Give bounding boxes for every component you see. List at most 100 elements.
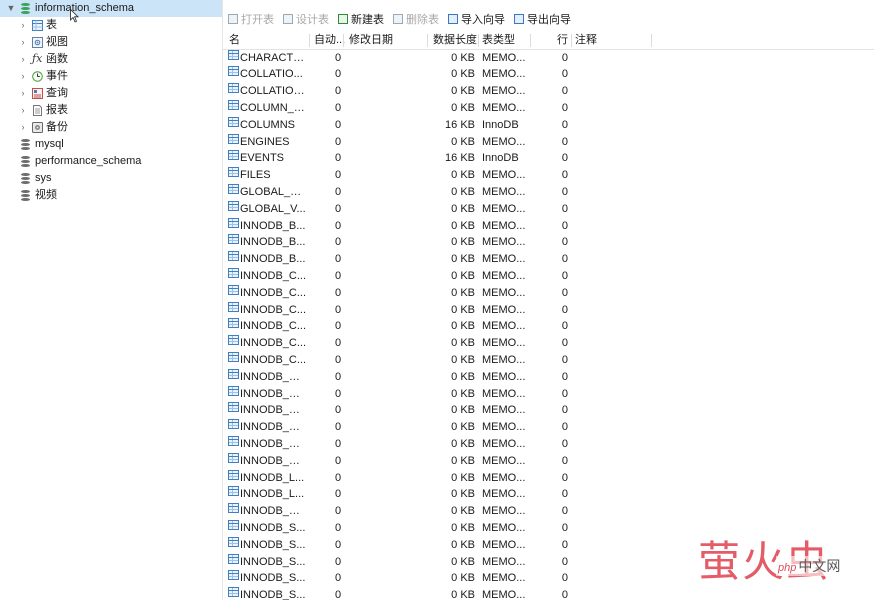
tree-item-events[interactable]: › 事件 [0, 68, 222, 85]
chevron-right-icon[interactable]: › [18, 17, 28, 34]
export-icon [514, 14, 524, 24]
chevron-right-icon[interactable]: › [18, 68, 28, 85]
table-row[interactable]: FILES 0 0 KB MEMO... 0 [223, 167, 874, 184]
rows-cell: 0 [561, 454, 568, 467]
table-row[interactable]: INNODB_S... 0 0 KB MEMO... 0 [223, 570, 874, 587]
table-name-cell: EVENTS [240, 152, 285, 165]
table-row[interactable]: GLOBAL_V... 0 0 KB MEMO... 0 [223, 200, 874, 218]
tree-db-video[interactable]: 视频 [0, 187, 222, 204]
tree-db-sys[interactable]: sys [0, 170, 222, 187]
table-row[interactable]: COLUMNS 0 16 KB InnoDB 0 [223, 116, 874, 134]
chevron-right-icon[interactable]: › [18, 51, 28, 68]
query-icon [32, 88, 43, 99]
rows-cell: 0 [561, 219, 568, 232]
table-name-cell: INNODB_L... [240, 488, 305, 501]
chevron-right-icon[interactable]: › [18, 34, 28, 51]
auto-increment-cell: 0 [335, 555, 342, 568]
table-icon [228, 335, 239, 346]
table-row[interactable]: CHARACTE... 0 0 KB MEMO... 0 [223, 49, 874, 67]
tree-item-functions[interactable]: › ƒx 函数 [0, 51, 222, 68]
table-row[interactable]: INNODB_C... 0 0 KB MEMO... 0 [223, 284, 874, 302]
chevron-right-icon[interactable]: › [18, 85, 28, 102]
auto-increment-cell: 0 [335, 337, 342, 350]
tree-item-views[interactable]: › 视图 [0, 34, 222, 51]
table-row[interactable]: INNODB_FT... 0 0 KB MEMO... 0 [223, 402, 874, 419]
table-row[interactable]: INNODB_M... 0 0 KB MEMO... 0 [223, 503, 874, 520]
export-wizard-button[interactable]: 导出向导 [514, 9, 571, 29]
table-row[interactable]: INNODB_L... 0 0 KB MEMO... 0 [223, 469, 874, 487]
table-row[interactable]: INNODB_C... 0 0 KB MEMO... 0 [223, 351, 874, 369]
auto-increment-cell: 0 [335, 135, 342, 148]
column-header-data-length[interactable]: 数据长度 [433, 33, 477, 48]
table-row[interactable]: COLUMN_P... 0 0 KB MEMO... 0 [223, 99, 874, 117]
table-row[interactable]: INNODB_S... 0 0 KB MEMO... 0 [223, 519, 874, 537]
new-table-button[interactable]: 新建表 [338, 9, 384, 29]
data-length-cell: 0 KB [451, 488, 475, 501]
rows-cell: 0 [561, 303, 568, 316]
column-header-name[interactable]: 名 [229, 33, 240, 48]
table-row[interactable]: ENGINES 0 0 KB MEMO... 0 [223, 133, 874, 151]
table-icon [228, 183, 239, 194]
table-row[interactable]: INNODB_FT... 0 0 KB MEMO... 0 [223, 368, 874, 386]
data-length-cell: 0 KB [451, 85, 475, 98]
column-header-modified-date[interactable]: 修改日期 [349, 33, 393, 48]
table-name-cell: INNODB_C... [240, 353, 306, 366]
auto-increment-cell: 0 [335, 454, 342, 467]
tree-item-reports[interactable]: › 报表 [0, 102, 222, 119]
table-row[interactable]: INNODB_B... 0 0 KB MEMO... 0 [223, 251, 874, 268]
table-row[interactable]: INNODB_C... 0 0 KB MEMO... 0 [223, 267, 874, 285]
table-name-cell: INNODB_S... [240, 521, 306, 534]
table-row[interactable]: INNODB_FT... 0 0 KB MEMO... 0 [223, 452, 874, 470]
table-row[interactable]: INNODB_S... 0 0 KB MEMO... 0 [223, 536, 874, 554]
design-table-button[interactable]: 设计表 [283, 9, 329, 29]
column-header-auto-increment[interactable]: 自动... [314, 33, 345, 48]
table-row[interactable]: INNODB_FT... 0 0 KB MEMO... 0 [223, 419, 874, 436]
backup-icon [32, 122, 43, 133]
table-row[interactable]: GLOBAL_ST... 0 0 KB MEMO... 0 [223, 183, 874, 201]
chevron-down-icon[interactable]: ▼ [6, 0, 16, 17]
table-type-cell: MEMO... [482, 404, 526, 417]
column-header-table-type[interactable]: 表类型 [482, 33, 515, 48]
table-icon [228, 503, 239, 514]
chevron-right-icon[interactable]: › [18, 119, 28, 136]
table-row[interactable]: INNODB_S... 0 0 KB MEMO... 0 [223, 587, 874, 600]
tree-db-mysql[interactable]: mysql [0, 136, 222, 153]
table-row[interactable]: INNODB_FT... 0 0 KB MEMO... 0 [223, 385, 874, 403]
tree-item-queries[interactable]: › 查询 [0, 85, 222, 102]
chevron-right-icon[interactable]: › [18, 102, 28, 119]
table-name-cell: INNODB_C... [240, 337, 306, 350]
table-name-cell: INNODB_B... [240, 219, 306, 232]
open-table-button[interactable]: 打开表 [228, 9, 274, 29]
rows-cell: 0 [561, 370, 568, 383]
table-row[interactable]: COLLATIO... 0 0 KB MEMO... 0 [223, 66, 874, 83]
auto-increment-cell: 0 [335, 320, 342, 333]
table-row[interactable]: EVENTS 0 16 KB InnoDB 0 [223, 150, 874, 167]
table-row[interactable]: INNODB_B... 0 0 KB MEMO... 0 [223, 234, 874, 251]
tree-item-tables[interactable]: › 表 [0, 17, 222, 34]
table-row[interactable]: INNODB_FT... 0 0 KB MEMO... 0 [223, 435, 874, 453]
table-type-cell: MEMO... [482, 169, 526, 182]
table-row[interactable]: INNODB_B... 0 0 KB MEMO... 0 [223, 217, 874, 235]
tree-db-performance-schema[interactable]: performance_schema [0, 153, 222, 170]
table-row[interactable]: INNODB_C... 0 0 KB MEMO... 0 [223, 335, 874, 352]
delete-table-button[interactable]: 删除表 [393, 9, 439, 29]
column-header-rows[interactable]: 行 [557, 33, 568, 48]
column-header-comment[interactable]: 注释 [575, 33, 597, 48]
table-type-cell: MEMO... [482, 236, 526, 249]
table-row[interactable]: INNODB_C... 0 0 KB MEMO... 0 [223, 301, 874, 319]
tree-db-label: information_schema [35, 2, 135, 14]
tree-item-label: 报表 [46, 104, 68, 116]
tree-item-backups[interactable]: › 备份 [0, 119, 222, 136]
table-row[interactable]: INNODB_L... 0 0 KB MEMO... 0 [223, 486, 874, 503]
table-row[interactable]: INNODB_S... 0 0 KB MEMO... 0 [223, 553, 874, 571]
import-wizard-button[interactable]: 导入向导 [448, 9, 505, 29]
table-icon [228, 284, 239, 295]
table-row[interactable]: INNODB_C... 0 0 KB MEMO... 0 [223, 318, 874, 335]
table-icon [228, 553, 239, 564]
database-icon [21, 173, 32, 184]
data-length-cell: 0 KB [451, 303, 475, 316]
table-icon [228, 167, 239, 178]
tree-db-information-schema[interactable]: ▼ information_schema [0, 0, 222, 17]
data-length-cell: 0 KB [451, 202, 475, 215]
table-row[interactable]: COLLATIONS 0 0 KB MEMO... 0 [223, 83, 874, 100]
